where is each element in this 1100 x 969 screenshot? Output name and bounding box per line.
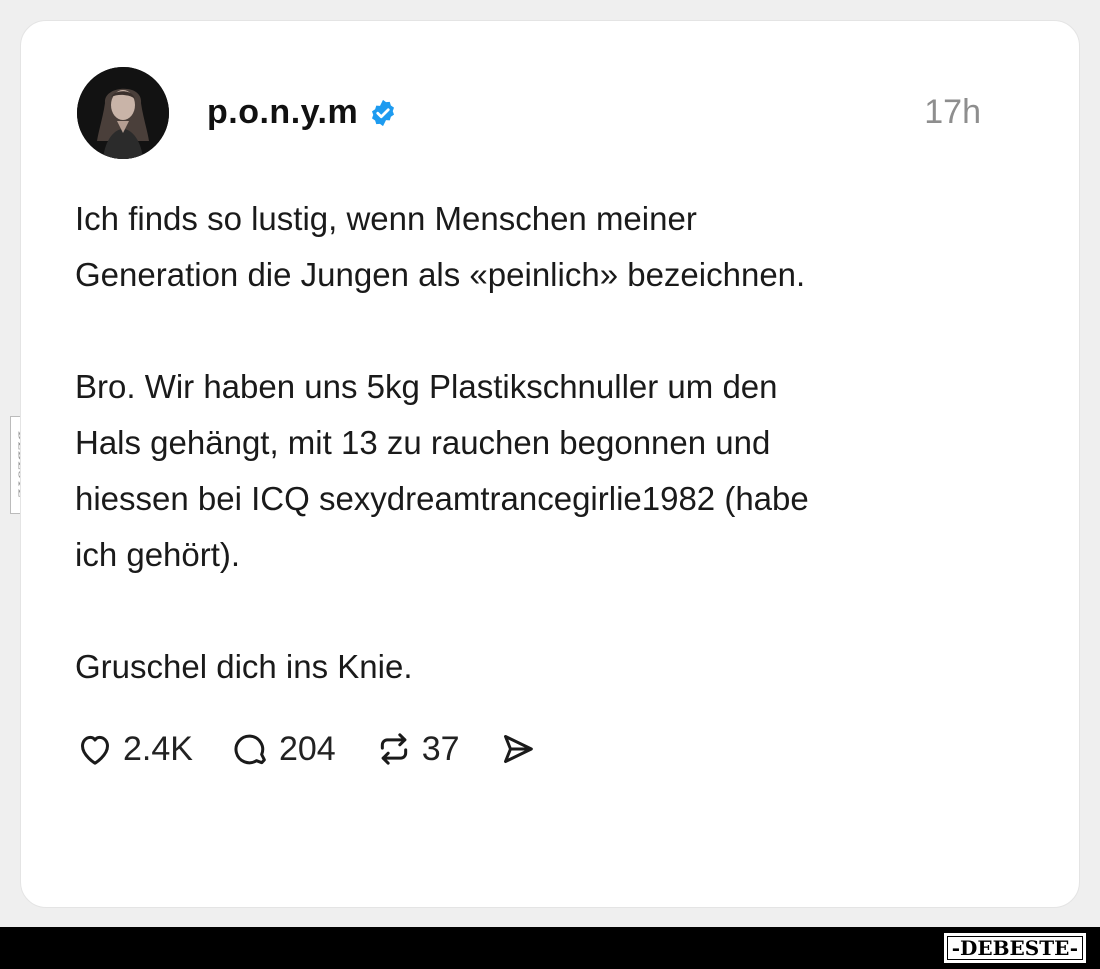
- username[interactable]: p.o.n.y.m: [207, 93, 358, 132]
- comment-count: 204: [278, 729, 336, 768]
- post-timestamp[interactable]: 17h: [924, 93, 981, 132]
- post-card: p.o.n.y.m 17h Ich finds so lustig, wenn …: [20, 20, 1080, 908]
- repost-button[interactable]: 37: [374, 729, 460, 769]
- action-bar: 2.4K 204 37: [75, 725, 576, 773]
- heart-icon: [81, 735, 109, 765]
- repost-count: 37: [421, 729, 460, 768]
- page: DEBESTE p.o.n.y.m 17h Ich finds so lusti…: [0, 0, 1100, 969]
- post-paragraph: Bro. Wir haben uns 5kg Plastikschnuller …: [75, 368, 809, 573]
- post-paragraph: Gruschel dich ins Knie.: [75, 648, 413, 685]
- avatar-image: [77, 67, 169, 159]
- send-icon: [503, 735, 533, 763]
- comment-icon: [234, 734, 266, 765]
- like-button[interactable]: 2.4K: [75, 729, 193, 769]
- footer-bar: -DEBESTE-: [0, 927, 1100, 969]
- username-row: p.o.n.y.m: [207, 93, 398, 132]
- post-paragraph: Ich finds so lustig, wenn Menschen meine…: [75, 200, 806, 293]
- avatar[interactable]: [77, 67, 169, 159]
- like-count: 2.4K: [123, 729, 193, 768]
- comment-button[interactable]: 204: [231, 729, 336, 769]
- share-button[interactable]: [498, 729, 538, 769]
- repost-icon: [380, 733, 407, 765]
- watermark-logo: -DEBESTE-: [943, 933, 1086, 963]
- post-body: Ich finds so lustig, wenn Menschen meine…: [75, 191, 1035, 695]
- verified-badge-icon: [372, 99, 395, 126]
